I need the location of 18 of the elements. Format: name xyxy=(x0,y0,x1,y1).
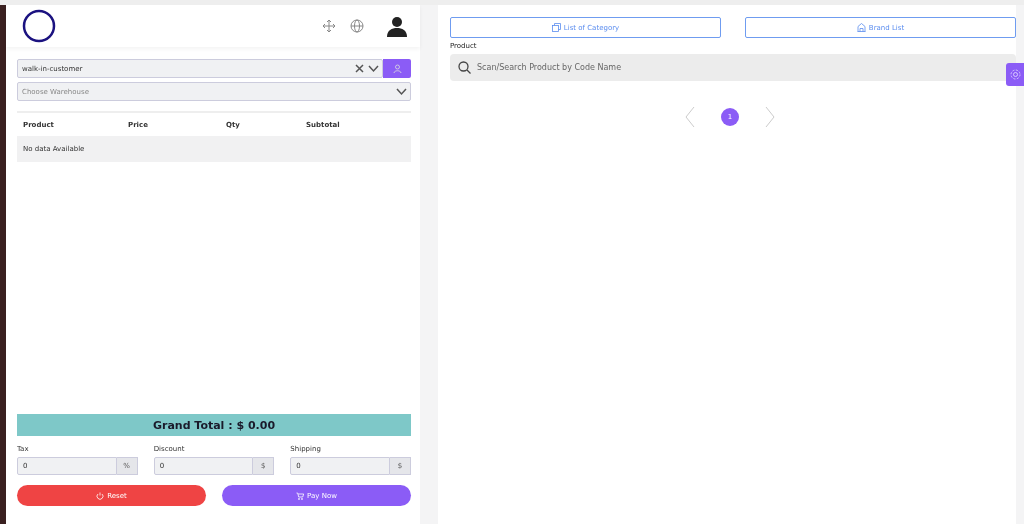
chevron-down-icon xyxy=(396,87,407,96)
move-icon[interactable] xyxy=(322,19,336,33)
clear-icon[interactable] xyxy=(355,64,364,73)
search-icon xyxy=(458,61,471,74)
grand-total: Grand Total : $ 0.00 xyxy=(152,418,276,432)
settings-button[interactable] xyxy=(1006,63,1024,86)
copy-icon xyxy=(551,23,561,32)
power-icon xyxy=(96,491,105,500)
add-customer-button[interactable] xyxy=(383,59,411,78)
settings-icon xyxy=(1009,69,1021,80)
cart-icon xyxy=(296,491,305,500)
circle-logo-icon xyxy=(22,9,56,43)
chevron-down-icon xyxy=(368,64,379,73)
user-icon xyxy=(392,64,402,73)
globe-icon[interactable] xyxy=(350,19,364,33)
building-icon xyxy=(856,23,866,32)
avatar-icon[interactable] xyxy=(386,15,408,37)
product-search-field[interactable]: Scan/Search Product by Code Name xyxy=(450,54,1016,81)
